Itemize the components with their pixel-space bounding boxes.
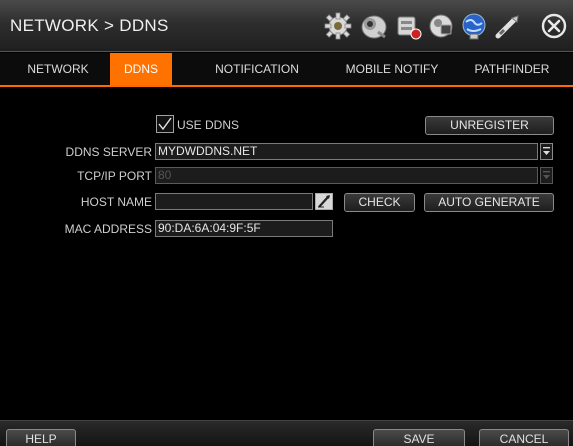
use-ddns-label: USE DDNS	[177, 118, 240, 132]
footer-bar: HELP SAVE CANCEL	[0, 420, 573, 446]
close-icon[interactable]	[540, 12, 568, 40]
title-bar: NETWORK > DDNS	[0, 0, 573, 52]
unregister-button[interactable]: UNREGISTER	[425, 116, 554, 135]
auto-generate-button[interactable]: AUTO GENERATE	[424, 193, 554, 212]
tcp-ip-port-dropdown-button	[540, 167, 553, 184]
schedule-icon[interactable]	[425, 10, 457, 42]
save-button[interactable]: SAVE	[373, 429, 465, 446]
help-button[interactable]: HELP	[6, 429, 76, 446]
mac-address-label: MAC ADDRESS	[64, 222, 152, 236]
use-ddns-checkbox[interactable]	[156, 115, 174, 133]
storage-icon[interactable]	[392, 10, 424, 42]
ddns-server-label: DDNS SERVER	[65, 145, 152, 159]
ddns-settings-panel: USE DDNS UNREGISTER DDNS SERVER MYDWDDNS…	[0, 88, 573, 420]
network-globe-icon[interactable]	[458, 10, 490, 42]
host-name-input[interactable]	[155, 193, 313, 210]
camera-icon[interactable]	[358, 10, 390, 42]
check-button[interactable]: CHECK	[344, 193, 415, 212]
cancel-button[interactable]: CANCEL	[479, 429, 569, 446]
gear-icon[interactable]	[322, 10, 354, 42]
tab-mobile-notify[interactable]: MOBILE NOTIFY	[332, 53, 452, 85]
tcp-ip-port-label: TCP/IP PORT	[77, 169, 152, 183]
tools-icon[interactable]	[492, 10, 524, 42]
tab-pathfinder[interactable]: PATHFINDER	[460, 53, 564, 85]
host-name-label: HOST NAME	[80, 195, 152, 209]
tcp-ip-port-field: 80	[155, 167, 538, 184]
ddns-server-dropdown-button[interactable]	[540, 143, 553, 160]
tab-network[interactable]: NETWORK	[18, 53, 98, 85]
edit-keyboard-icon[interactable]	[315, 193, 333, 210]
tab-ddns[interactable]: DDNS	[110, 53, 172, 85]
ddns-server-select[interactable]: MYDWDDNS.NET	[155, 143, 538, 160]
mac-address-field: 90:DA:6A:04:9F:5F	[155, 220, 333, 237]
tab-notification[interactable]: NOTIFICATION	[198, 53, 316, 85]
tab-bar: NETWORK DDNS NOTIFICATION MOBILE NOTIFY …	[0, 53, 573, 87]
page-title: NETWORK > DDNS	[10, 16, 169, 35]
